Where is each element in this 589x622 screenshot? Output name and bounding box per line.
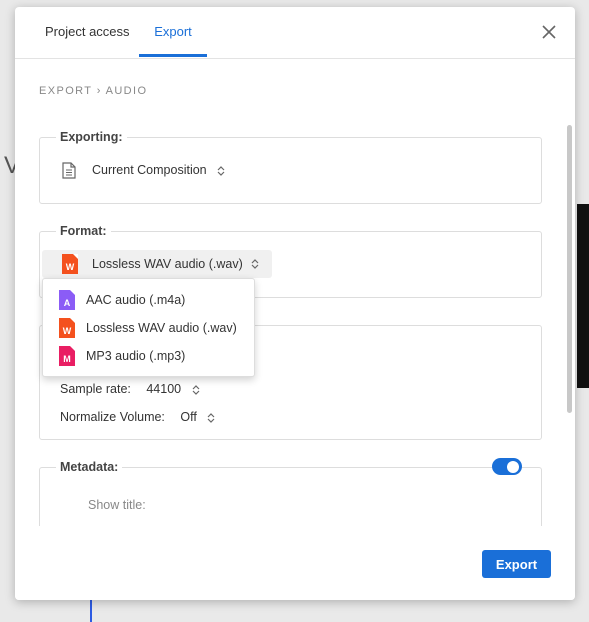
chevron-updown-icon (217, 165, 225, 176)
aac-file-icon: A (59, 290, 75, 310)
scrollbar-thumb[interactable] (567, 125, 572, 413)
format-option-aac[interactable]: A AAC audio (.m4a) (43, 287, 254, 313)
active-tab-indicator (139, 54, 207, 57)
composition-select[interactable]: Current Composition (92, 163, 226, 177)
document-icon (62, 162, 76, 179)
chevron-updown-icon (207, 412, 215, 423)
tab-project-access[interactable]: Project access (45, 7, 130, 58)
export-button[interactable]: Export (482, 550, 551, 578)
format-dropdown-menu: A AAC audio (.m4a) W Lossless WAV audio … (42, 278, 255, 377)
close-icon[interactable] (541, 24, 557, 40)
export-dialog: Project access Export EXPORT › AUDIO Exp… (15, 7, 575, 600)
format-select-value: Lossless WAV audio (.wav) (92, 257, 243, 271)
show-title-label: Show title: (88, 498, 146, 512)
background-playhead (90, 600, 92, 622)
metadata-legend: Metadata: (56, 460, 123, 474)
tab-bar: Project access Export (15, 7, 575, 59)
chevron-updown-icon (192, 384, 200, 395)
background-preview (577, 204, 589, 388)
breadcrumb: EXPORT › AUDIO (39, 85, 148, 97)
normalize-volume-label: Normalize Volume: (60, 410, 165, 424)
exporting-section: Exporting: Current Composition (39, 130, 542, 204)
toggle-knob (507, 460, 519, 473)
format-legend: Format: (56, 224, 111, 238)
wav-file-icon: W (62, 254, 78, 274)
exporting-legend: Exporting: (56, 130, 127, 144)
metadata-toggle[interactable] (492, 458, 522, 475)
format-option-mp3[interactable]: M MP3 audio (.mp3) (43, 343, 254, 369)
sample-rate-select[interactable]: 44100 (146, 382, 200, 396)
wav-file-icon: W (59, 318, 75, 338)
format-select[interactable]: W Lossless WAV audio (.wav) (42, 250, 272, 278)
sample-rate-row: Sample rate: 44100 (60, 382, 201, 396)
chevron-updown-icon (251, 259, 259, 269)
tab-export[interactable]: Export (139, 7, 207, 58)
format-option-wav[interactable]: W Lossless WAV audio (.wav) (43, 315, 254, 341)
sample-rate-label: Sample rate: (60, 382, 131, 396)
normalize-volume-select[interactable]: Off (180, 410, 216, 424)
mp3-file-icon: M (59, 346, 75, 366)
normalize-volume-row: Normalize Volume: Off (60, 410, 216, 424)
composition-select-value: Current Composition (92, 163, 207, 177)
